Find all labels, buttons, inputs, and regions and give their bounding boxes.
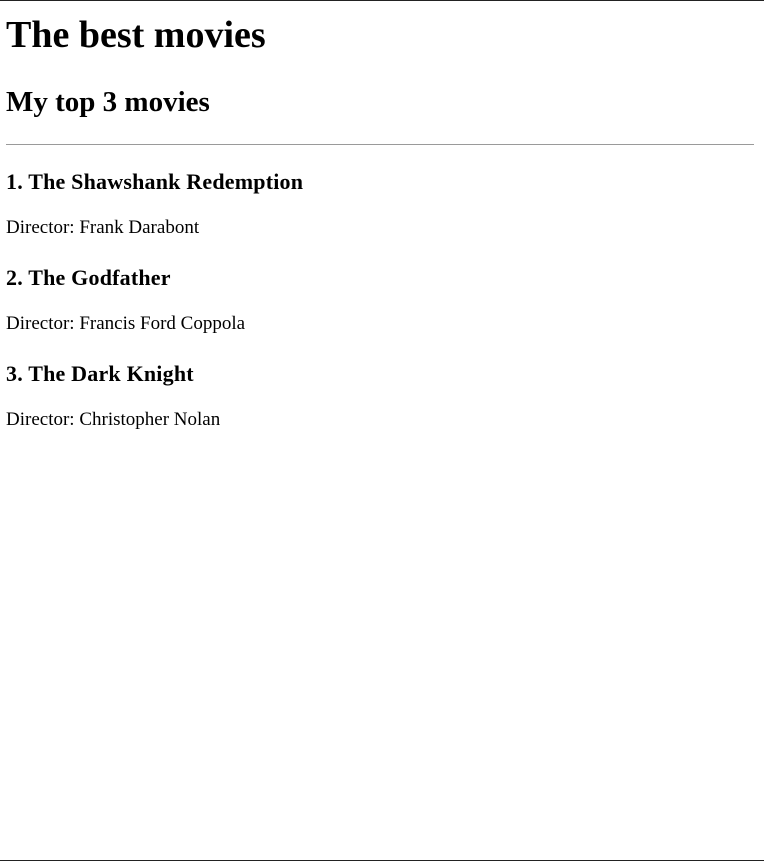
movie-director: Director: Christopher Nolan [6,409,221,430]
page-title: The best movies [6,14,266,56]
movie-director: Director: Francis Ford Coppola [6,313,246,334]
movie-director: Director: Frank Darabont [6,217,200,238]
movie-title: 2. The Godfather [6,265,171,290]
movie-item: 2. The Godfather Director: Francis Ford … [6,265,754,335]
movie-item: 3. The Dark Knight Director: Christopher… [6,361,754,431]
page-subtitle: My top 3 movies [6,86,210,118]
page-content: The best movies My top 3 movies 1. The S… [0,13,764,431]
movie-title: 3. The Dark Knight [6,361,194,386]
movie-item: 1. The Shawshank Redemption Director: Fr… [6,169,754,239]
divider [6,144,754,145]
movie-title: 1. The Shawshank Redemption [6,169,304,194]
